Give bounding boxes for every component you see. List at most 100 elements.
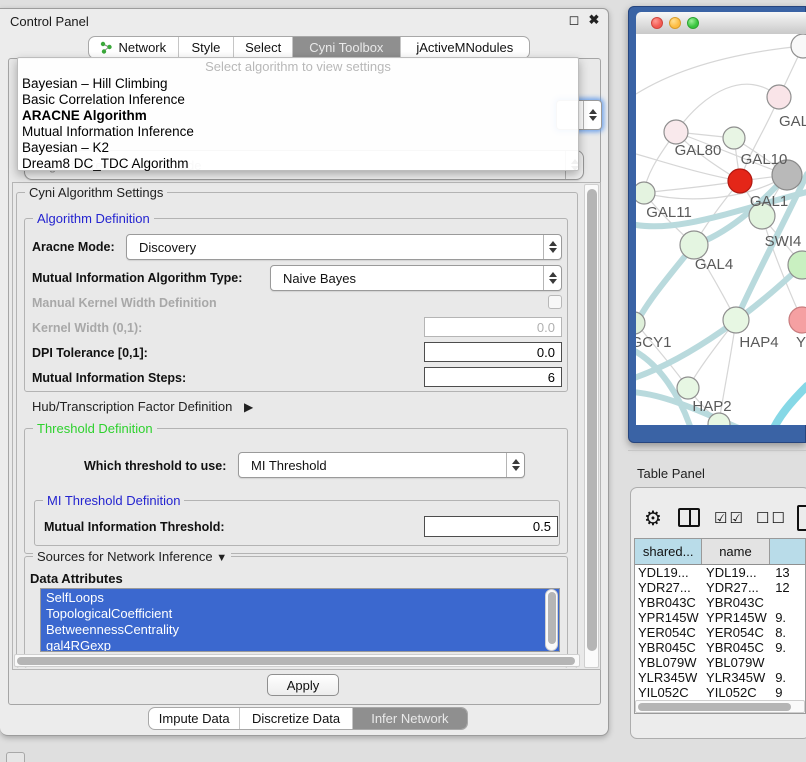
table-panel-title: Table Panel bbox=[637, 466, 705, 481]
tab-cyni-toolbox-label: Cyni Toolbox bbox=[309, 40, 383, 55]
aracne-mode-combo[interactable]: Discovery bbox=[126, 234, 562, 260]
network-view-window: GAL GAL80 GAL10 GAL1 GAL11 SWI4 GAL4 GCY… bbox=[628, 6, 806, 443]
node-gal80[interactable] bbox=[664, 120, 688, 144]
dropdown-item[interactable]: Bayesian – K2 bbox=[18, 139, 578, 155]
mi-algorithm-type-combo[interactable]: Naive Bayes bbox=[270, 265, 562, 291]
mi-threshold-group-title: MI Threshold Definition bbox=[43, 493, 184, 508]
tab-select[interactable]: Select bbox=[234, 37, 293, 58]
tab-infer-network[interactable]: Infer Network bbox=[353, 708, 467, 729]
table-row[interactable]: YDL19...YDL19...13 bbox=[635, 565, 805, 580]
kernel-width-label: Kernel Width (0,1): bbox=[32, 321, 142, 335]
attribute-item[interactable]: BetweennessCentrality bbox=[41, 621, 559, 637]
dropdown-item-selected[interactable]: ARACNE Algorithm bbox=[18, 107, 578, 123]
collapsed-arrow-icon: ▶ bbox=[244, 400, 253, 414]
node-gal10[interactable] bbox=[723, 127, 745, 149]
unchecked-columns-icon[interactable]: ☐☐ bbox=[756, 509, 787, 527]
table-row[interactable]: YBL079WYBL079W bbox=[635, 655, 805, 670]
tab-style-label: Style bbox=[192, 40, 221, 55]
attribute-list-scrollbar[interactable] bbox=[545, 589, 558, 651]
dpi-tolerance-field[interactable]: 0.0 bbox=[424, 342, 562, 362]
table-row[interactable]: YER054CYER054C8. bbox=[635, 625, 805, 640]
data-attributes-label: Data Attributes bbox=[30, 571, 123, 586]
sources-title-row[interactable]: Sources for Network Inference ▼ bbox=[33, 549, 231, 564]
mi-threshold-label: Mutual Information Threshold: bbox=[44, 520, 225, 534]
cyni-algorithm-settings-title: Cyni Algorithm Settings bbox=[25, 185, 167, 200]
node-hap2[interactable] bbox=[677, 377, 699, 399]
apply-button[interactable]: Apply bbox=[267, 674, 339, 696]
node-gal11[interactable] bbox=[636, 182, 655, 204]
node-unnamed[interactable] bbox=[791, 34, 806, 58]
tab-jactivemnodules-label: jActiveMNodules bbox=[416, 40, 513, 55]
node-label: GAL bbox=[779, 113, 806, 130]
table-h-scrollbar[interactable] bbox=[635, 700, 805, 713]
algorithm-dropdown-placeholder: Select algorithm to view settings bbox=[18, 58, 578, 75]
checked-columns-icon[interactable]: ☑☑ bbox=[714, 509, 745, 527]
node-label: GAL11 bbox=[646, 204, 692, 221]
tab-impute-data-label: Impute Data bbox=[159, 711, 230, 726]
dropdown-item[interactable]: Mutual Information Inference bbox=[18, 123, 578, 139]
manual-kernel-width-checkbox[interactable] bbox=[548, 295, 562, 309]
settings-v-scrollbar[interactable] bbox=[584, 184, 599, 668]
tab-cyni-toolbox[interactable]: Cyni Toolbox bbox=[293, 37, 401, 58]
node-gal1[interactable] bbox=[728, 169, 752, 193]
network-icon bbox=[100, 41, 113, 54]
sources-title: Sources for Network Inference bbox=[37, 549, 213, 564]
kernel-width-field[interactable]: 0.0 bbox=[424, 317, 562, 337]
control-panel-tabbar: Network Style Select Cyni Toolbox jActiv… bbox=[88, 36, 530, 59]
table-row[interactable]: YBR045CYBR045C9. bbox=[635, 640, 805, 655]
node-label: HAP2 bbox=[692, 398, 731, 415]
which-threshold-combo[interactable]: MI Threshold bbox=[238, 452, 525, 478]
tab-discretize-data-label: Discretize Data bbox=[252, 711, 340, 726]
network-window-titlebar[interactable] bbox=[636, 12, 806, 35]
table-row[interactable]: YIL052CYIL052C9 bbox=[635, 685, 805, 700]
close-traffic-light-icon[interactable] bbox=[651, 17, 663, 29]
hub-section-toggle[interactable]: Hub/Transcription Factor Definition ▶ bbox=[32, 399, 253, 414]
stepper-icon bbox=[543, 235, 561, 259]
data-attributes-list[interactable]: SelfLoops TopologicalCoefficient Between… bbox=[40, 588, 560, 652]
table-row[interactable]: YDR27...YDR27...12 bbox=[635, 580, 805, 595]
node-gal[interactable] bbox=[767, 85, 791, 109]
gear-icon[interactable]: ⚙ bbox=[644, 506, 662, 531]
tab-impute-data[interactable]: Impute Data bbox=[149, 708, 240, 729]
dpi-tolerance-label: DPI Tolerance [0,1]: bbox=[32, 346, 148, 360]
attribute-item[interactable]: TopologicalCoefficient bbox=[41, 605, 559, 621]
panel-divider bbox=[628, 450, 806, 451]
column-header-name[interactable]: name bbox=[702, 539, 769, 564]
which-threshold-value: MI Threshold bbox=[239, 453, 506, 477]
node-label: HAP4 bbox=[739, 334, 778, 351]
collapsed-panel-icon[interactable] bbox=[6, 752, 25, 762]
column-layout-icon[interactable] bbox=[678, 508, 700, 527]
tab-network[interactable]: Network bbox=[89, 37, 179, 58]
attribute-item[interactable]: SelfLoops bbox=[41, 589, 559, 605]
mi-threshold-field[interactable]: 0.5 bbox=[424, 516, 558, 537]
column-header-shared-name[interactable]: shared... bbox=[635, 539, 702, 564]
settings-h-scrollbar[interactable] bbox=[14, 654, 580, 667]
table-row[interactable]: YPR145WYPR145W9. bbox=[635, 610, 805, 625]
node-table[interactable]: shared... name YDL19...YDL19...13 YDR27.… bbox=[634, 538, 806, 714]
node-gal4[interactable] bbox=[680, 231, 708, 259]
node-salmon[interactable] bbox=[789, 307, 806, 333]
node-hap4[interactable] bbox=[723, 307, 749, 333]
table-header-row: shared... name bbox=[635, 539, 805, 565]
close-window-icon[interactable]: ✖ bbox=[586, 12, 602, 28]
dropdown-item[interactable]: Bayesian – Hill Climbing bbox=[18, 75, 578, 91]
minimize-traffic-light-icon[interactable] bbox=[669, 17, 681, 29]
bottom-tabbar: Impute Data Discretize Data Infer Networ… bbox=[148, 707, 468, 730]
node-label: SWI4 bbox=[765, 233, 802, 250]
float-window-icon[interactable]: ◻ bbox=[566, 12, 582, 28]
attribute-item[interactable]: gal4RGexp bbox=[41, 637, 559, 652]
dropdown-item[interactable]: Dream8 DC_TDC Algorithm bbox=[18, 155, 578, 171]
tab-jactivemnodules[interactable]: jActiveMNodules bbox=[401, 37, 529, 58]
tab-discretize-data[interactable]: Discretize Data bbox=[240, 708, 352, 729]
tab-style[interactable]: Style bbox=[179, 37, 235, 58]
dropdown-item[interactable]: Basic Correlation Inference bbox=[18, 91, 578, 107]
stepper-icon bbox=[583, 101, 601, 129]
new-table-icon[interactable] bbox=[797, 505, 806, 531]
table-row[interactable]: YLR345WYLR345W9. bbox=[635, 670, 805, 685]
table-row[interactable]: YBR043CYBR043C bbox=[635, 595, 805, 610]
network-canvas[interactable]: GAL GAL80 GAL10 GAL1 GAL11 SWI4 GAL4 GCY… bbox=[636, 34, 806, 425]
mi-steps-field[interactable]: 6 bbox=[424, 367, 562, 387]
manual-kernel-width-label: Manual Kernel Width Definition bbox=[32, 296, 217, 310]
zoom-traffic-light-icon[interactable] bbox=[687, 17, 699, 29]
column-header-partial[interactable] bbox=[770, 539, 805, 564]
